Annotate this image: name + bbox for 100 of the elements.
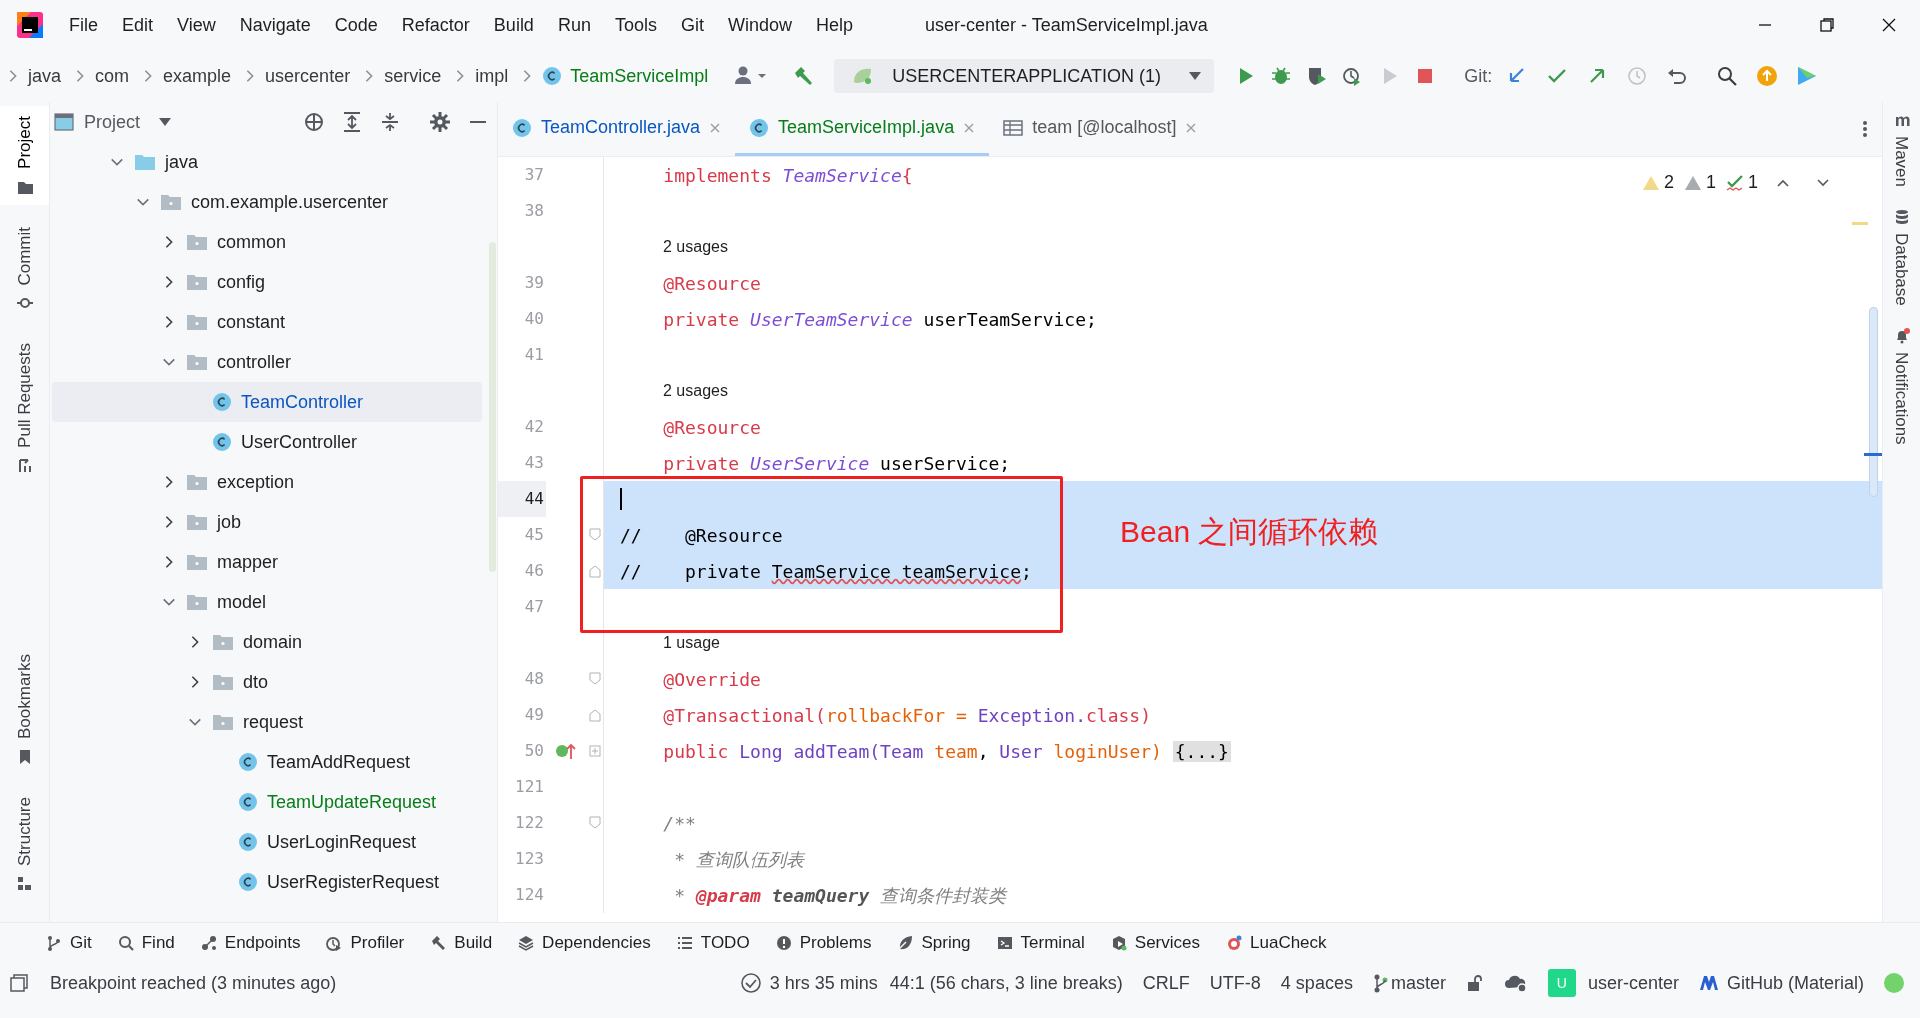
tool-window-button[interactable]: Git bbox=[46, 929, 92, 956]
menu-item[interactable]: Run bbox=[545, 7, 603, 43]
breadcrumb-item[interactable]: service bbox=[384, 62, 442, 90]
theme-widget[interactable]: GitHub (Material) bbox=[1698, 969, 1864, 997]
scrollbar-thumb[interactable] bbox=[489, 242, 496, 572]
tree-item[interactable]: TeamUpdateRequest bbox=[52, 782, 482, 822]
tool-window-tab[interactable]: Maven bbox=[1888, 112, 1915, 188]
fold-marker-icon[interactable] bbox=[587, 815, 602, 831]
menu-item[interactable]: Build bbox=[481, 7, 546, 43]
tool-window-tab[interactable]: Commit bbox=[0, 216, 49, 322]
breadcrumb-item[interactable]: example bbox=[163, 62, 232, 90]
menu-item[interactable]: View bbox=[165, 7, 228, 43]
tree-item[interactable]: com.example.usercenter bbox=[52, 182, 482, 222]
close-icon[interactable] bbox=[1880, 16, 1898, 34]
fold-marker-icon[interactable] bbox=[587, 743, 602, 759]
hammer-icon[interactable] bbox=[792, 65, 815, 87]
tree-item[interactable]: UserRegisterRequest bbox=[52, 862, 482, 902]
breadcrumb-item[interactable]: TeamServiceImpl bbox=[542, 62, 709, 90]
tool-window-tab[interactable]: Project bbox=[0, 106, 49, 205]
menu-item[interactable]: Navigate bbox=[227, 7, 323, 43]
menu-item[interactable]: Edit bbox=[110, 7, 166, 43]
tree-item[interactable]: job bbox=[52, 502, 482, 542]
git-branch[interactable]: master bbox=[1372, 969, 1446, 997]
tree-item[interactable]: model bbox=[52, 582, 482, 622]
tool-window-tab[interactable]: Structure bbox=[0, 787, 49, 902]
breadcrumb-item[interactable]: com bbox=[95, 62, 130, 90]
implements-marker-icon[interactable] bbox=[555, 742, 577, 760]
indent-setting[interactable]: 4 spaces bbox=[1280, 969, 1353, 997]
cloud-settings-icon[interactable] bbox=[1503, 973, 1528, 993]
tree-item[interactable]: constant bbox=[52, 302, 482, 342]
update-available-icon[interactable] bbox=[1756, 65, 1779, 87]
tree-item[interactable]: exception bbox=[52, 462, 482, 502]
breadcrumb-item[interactable]: impl bbox=[475, 62, 509, 90]
tool-window-tab[interactable]: Database bbox=[1888, 209, 1915, 306]
fold-marker-icon[interactable] bbox=[587, 527, 602, 543]
tool-window-button[interactable]: Build bbox=[430, 929, 493, 956]
tree-item[interactable]: dto bbox=[52, 662, 482, 702]
tool-window-button[interactable]: Profiler bbox=[326, 929, 405, 956]
menu-item[interactable]: Code bbox=[322, 7, 390, 43]
fold-marker-icon[interactable] bbox=[587, 707, 602, 723]
menu-item[interactable]: Help bbox=[804, 7, 866, 43]
tool-window-tab[interactable]: Notifications bbox=[1888, 327, 1915, 445]
warning-count[interactable]: 2 bbox=[1663, 169, 1674, 196]
menu-item[interactable]: Git bbox=[668, 7, 716, 43]
tool-window-button[interactable]: Services bbox=[1110, 929, 1200, 956]
tree-item[interactable]: java bbox=[52, 142, 482, 182]
tool-window-button[interactable]: TODO bbox=[676, 929, 750, 956]
lock-open-icon[interactable] bbox=[1465, 974, 1484, 992]
tool-window-button[interactable]: LuaCheck bbox=[1226, 929, 1327, 956]
caret-position[interactable]: 44:1 (56 chars, 3 line breaks) bbox=[889, 969, 1123, 997]
settings-icon[interactable] bbox=[429, 111, 451, 133]
weak-warning-count[interactable]: 1 bbox=[1705, 169, 1716, 196]
menu-item[interactable]: Window bbox=[715, 7, 804, 43]
typo-count[interactable]: 1 bbox=[1748, 169, 1758, 196]
tree-item[interactable]: config bbox=[52, 262, 482, 302]
tree-item[interactable]: TeamAddRequest bbox=[52, 742, 482, 782]
typo-check-icon[interactable] bbox=[1726, 173, 1744, 192]
warning-stripe-marker[interactable] bbox=[1852, 222, 1868, 225]
breadcrumb-item[interactable]: java bbox=[28, 62, 62, 90]
timer-widget[interactable]: 3 hrs 35 mins bbox=[739, 969, 878, 997]
tree-item[interactable]: UserLoginRequest bbox=[52, 822, 482, 862]
editor-tab[interactable]: team [@localhost] bbox=[989, 102, 1212, 156]
tool-window-button[interactable]: Terminal bbox=[996, 929, 1085, 956]
tree-item[interactable]: TeamController bbox=[52, 382, 482, 422]
user-widget[interactable]: U user-center bbox=[1547, 969, 1679, 997]
tree-item[interactable]: controller bbox=[52, 342, 482, 382]
usages-hint[interactable]: 1 usage bbox=[620, 631, 720, 655]
status-toggle-icon[interactable] bbox=[10, 974, 28, 992]
restore-icon[interactable] bbox=[1818, 16, 1836, 34]
tool-window-tab[interactable]: Bookmarks bbox=[0, 644, 49, 775]
scrollbar-thumb[interactable] bbox=[1869, 307, 1878, 497]
menu-item[interactable]: File bbox=[57, 7, 110, 43]
tool-window-tab[interactable]: Pull Requests bbox=[0, 333, 49, 485]
fold-marker-icon[interactable] bbox=[587, 563, 602, 579]
tool-window-button[interactable]: Endpoints bbox=[200, 929, 301, 956]
file-encoding[interactable]: UTF-8 bbox=[1209, 969, 1261, 997]
line-separator[interactable]: CRLF bbox=[1142, 969, 1190, 997]
editor-tab[interactable]: TeamController.java bbox=[498, 102, 736, 156]
project-view-selector[interactable]: Project bbox=[84, 108, 173, 136]
usages-hint[interactable]: 2 usages bbox=[620, 235, 728, 259]
status-message[interactable]: Breakpoint reached (3 minutes ago) bbox=[50, 969, 337, 997]
tool-window-button[interactable]: Problems bbox=[775, 929, 872, 956]
tree-item[interactable]: common bbox=[52, 222, 482, 262]
menu-item[interactable]: Tools bbox=[602, 7, 669, 43]
tree-item[interactable]: request bbox=[52, 702, 482, 742]
tree-item[interactable]: domain bbox=[52, 622, 482, 662]
menu-item[interactable]: Refactor bbox=[389, 7, 482, 43]
tool-window-button[interactable]: Dependencies bbox=[518, 929, 651, 956]
locate-icon[interactable] bbox=[303, 111, 325, 133]
debug-icon[interactable] bbox=[1270, 65, 1293, 87]
collapse-all-icon[interactable] bbox=[379, 111, 401, 133]
breadcrumb-item[interactable]: usercenter bbox=[265, 62, 351, 90]
tree-item[interactable]: UserController bbox=[52, 422, 482, 462]
tool-window-button[interactable]: Spring bbox=[897, 929, 971, 956]
weak-warning-icon[interactable] bbox=[1683, 174, 1702, 191]
usages-hint[interactable]: 2 usages bbox=[620, 379, 728, 403]
more-icon[interactable] bbox=[1862, 119, 1868, 139]
run-configuration-selector[interactable]: USERCENTERAPPLICATION (1) bbox=[834, 59, 1215, 93]
expand-all-icon[interactable] bbox=[341, 111, 363, 133]
search-icon[interactable] bbox=[1716, 65, 1739, 87]
